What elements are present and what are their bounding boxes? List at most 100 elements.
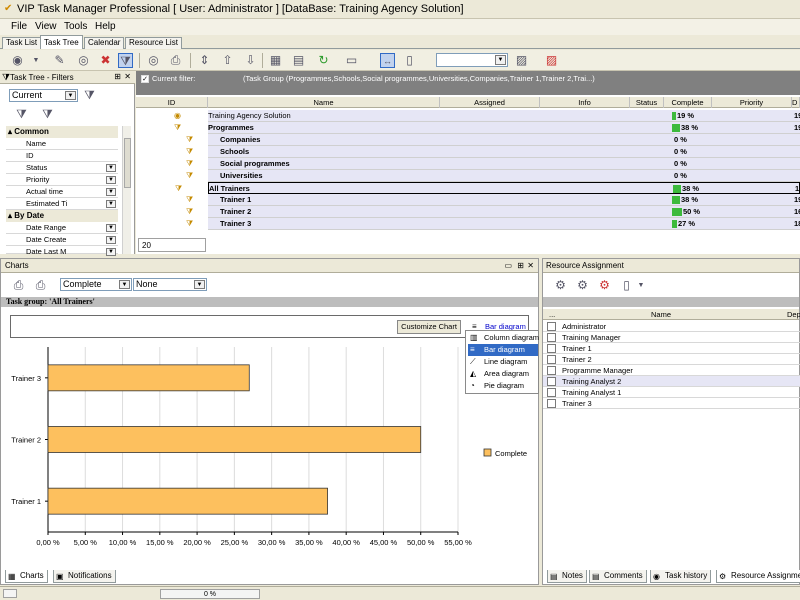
filter-row-name[interactable]: Name <box>6 138 118 150</box>
filters-scrollbar[interactable] <box>122 126 131 254</box>
resource-row[interactable]: Training Analyst 2 <box>543 376 800 387</box>
tab-task-history[interactable]: ◉ Task history <box>650 570 712 583</box>
window-icon[interactable]: ▭ <box>344 53 359 68</box>
delete-resource-icon[interactable]: ⚙ <box>597 278 612 293</box>
pin-icon[interactable]: ⊞ <box>114 72 121 81</box>
print-icon[interactable]: ⎙ <box>11 278 26 293</box>
chevron-down-icon[interactable]: ▼ <box>65 91 76 100</box>
col-priority[interactable]: Priority <box>712 97 792 108</box>
add-resource-icon[interactable]: ⚙ <box>553 278 568 293</box>
table-row[interactable]: All Trainers38 %19⧩ <box>175 182 800 194</box>
filter-section-by-date[interactable]: ▴ By Date <box>6 210 118 222</box>
add-filter-icon[interactable]: ⧩ <box>14 107 29 122</box>
resource-row[interactable]: Programme Manager <box>543 365 800 376</box>
print-icon[interactable]: ⎙ <box>168 53 183 68</box>
chevron-down-icon[interactable]: ▼ <box>119 280 130 289</box>
menu-view[interactable]: View <box>35 21 57 32</box>
table-row[interactable]: Schools 0 % ⧩ <box>186 146 800 158</box>
delete-icon[interactable]: ✖ <box>98 53 113 68</box>
chevron-down-icon[interactable]: ▼ <box>106 224 116 232</box>
arrow-up-icon[interactable]: ⇧ <box>220 53 235 68</box>
resource-checkbox[interactable] <box>547 388 556 397</box>
document-icon[interactable]: ▯ <box>402 53 417 68</box>
resource-checkbox[interactable] <box>547 344 556 353</box>
remove-filter-icon[interactable]: ⧩ <box>40 107 55 122</box>
tab-resource-assignment[interactable]: ⚙ Resource Assignme <box>716 570 800 583</box>
filter-checkbox[interactable]: ✓ <box>141 75 149 83</box>
table-row[interactable]: Trainer 1 38 % 19 ⧩ <box>186 194 800 206</box>
pin-icon[interactable]: ⊞ <box>517 259 524 273</box>
chevron-down-icon[interactable]: ▼ <box>32 53 40 68</box>
sort-icon[interactable]: ⇕ <box>197 53 212 68</box>
filter-row-id[interactable]: ID <box>6 150 118 162</box>
columns-icon[interactable]: ▦ <box>268 53 283 68</box>
close-icon[interactable]: ✕ <box>124 72 131 81</box>
menu-file[interactable]: File <box>11 21 27 32</box>
table-row[interactable]: Social programmes 0 % ⧩ <box>186 158 800 170</box>
view-icon[interactable]: ◎ <box>146 53 161 68</box>
col-name[interactable]: Name <box>208 97 440 108</box>
menu-item-column-diagram[interactable]: ▥ Column diagram <box>468 332 539 344</box>
filter-row-status[interactable]: Status ▼ <box>6 162 118 174</box>
table-row[interactable]: Universities 0 % ⧩ <box>186 170 800 182</box>
table-row[interactable]: Trainer 3 27 % 18 ⧩ <box>186 218 800 230</box>
col-complete[interactable]: Complete <box>664 97 712 108</box>
group-icon[interactable]: ▤ <box>291 53 306 68</box>
tab-notifications[interactable]: ▣ Notifications <box>53 570 116 583</box>
chevron-down-icon[interactable]: ▼ <box>637 278 645 293</box>
resource-row[interactable]: Training Analyst 1 <box>543 387 800 398</box>
tab-resource-list[interactable]: Resource List <box>125 37 182 49</box>
tab-calendar[interactable]: Calendar <box>84 37 125 49</box>
chart-group-select[interactable]: None ▼ <box>133 278 207 291</box>
menu-item-line-diagram[interactable]: ⟋ Line diagram <box>468 356 538 368</box>
col-status[interactable]: Status <box>630 97 664 108</box>
filter-row-estimated-time[interactable]: Estimated Ti ▼ <box>6 198 118 210</box>
resource-row[interactable]: Trainer 3 <box>543 398 800 409</box>
eye-icon[interactable]: ◉ <box>10 53 25 68</box>
filter-select[interactable]: Current ▼ <box>9 89 78 102</box>
filter-row-date-create[interactable]: Date Create ▼ <box>6 234 118 246</box>
resource-checkbox[interactable] <box>547 366 556 375</box>
view-icon[interactable]: ◎ <box>76 53 91 68</box>
menu-item-pie-diagram[interactable]: ◔ Pie diagram <box>468 380 538 392</box>
chevron-down-icon[interactable]: ▼ <box>106 164 116 172</box>
customize-chart-button[interactable]: Customize Chart <box>397 320 461 334</box>
resource-checkbox[interactable] <box>547 322 556 331</box>
col-id[interactable]: ID <box>136 97 208 108</box>
export-icon[interactable]: ▨ <box>514 53 529 68</box>
filter-section-common[interactable]: ▴ Common <box>6 126 118 138</box>
edit-icon[interactable]: ✎ <box>52 53 67 68</box>
chevron-down-icon[interactable]: ▼ <box>106 176 116 184</box>
document-icon[interactable]: ▯ <box>619 278 634 293</box>
resource-row[interactable]: Administrator <box>543 321 800 332</box>
tab-notes[interactable]: ▤ Notes <box>547 570 587 583</box>
close-icon[interactable]: ✕ <box>527 259 534 273</box>
menu-item-bar-diagram[interactable]: ≡ Bar diagram <box>468 344 538 356</box>
filter-row-actual-time[interactable]: Actual time ▼ <box>6 186 118 198</box>
resource-row[interactable]: Trainer 1 <box>543 343 800 354</box>
clear-filter-icon[interactable]: ⧩ <box>82 88 97 103</box>
resource-row[interactable]: Training Manager <box>543 332 800 343</box>
chart-value-select[interactable]: Complete ▼ <box>60 278 132 291</box>
chevron-down-icon[interactable]: ▼ <box>106 248 116 256</box>
tab-comments[interactable]: ▤ Comments <box>589 570 647 583</box>
minimize-icon[interactable]: ▭ <box>504 259 512 273</box>
chevron-down-icon[interactable]: ▼ <box>106 236 116 244</box>
col-assigned[interactable]: Assigned <box>440 97 540 108</box>
col-d[interactable]: D <box>792 97 800 108</box>
print-preview-icon[interactable]: ⎙ <box>33 278 48 293</box>
tab-task-tree[interactable]: Task Tree <box>40 35 83 49</box>
resource-checkbox[interactable] <box>547 377 556 386</box>
resource-checkbox[interactable] <box>547 355 556 364</box>
chevron-down-icon[interactable]: ▼ <box>106 188 116 196</box>
resource-checkbox[interactable] <box>547 399 556 408</box>
table-row[interactable]: Trainer 2 50 % 16 ⧩ <box>186 206 800 218</box>
edit-resource-icon[interactable]: ⚙ <box>575 278 590 293</box>
tab-charts[interactable]: ▦ Charts <box>5 570 48 583</box>
menu-help[interactable]: Help <box>95 21 116 32</box>
menu-tools[interactable]: Tools <box>64 21 87 32</box>
delete-icon[interactable]: ▨ <box>544 53 559 68</box>
chevron-down-icon[interactable]: ▼ <box>106 200 116 208</box>
resource-checkbox[interactable] <box>547 333 556 342</box>
fit-icon[interactable]: ↔ <box>380 53 395 68</box>
